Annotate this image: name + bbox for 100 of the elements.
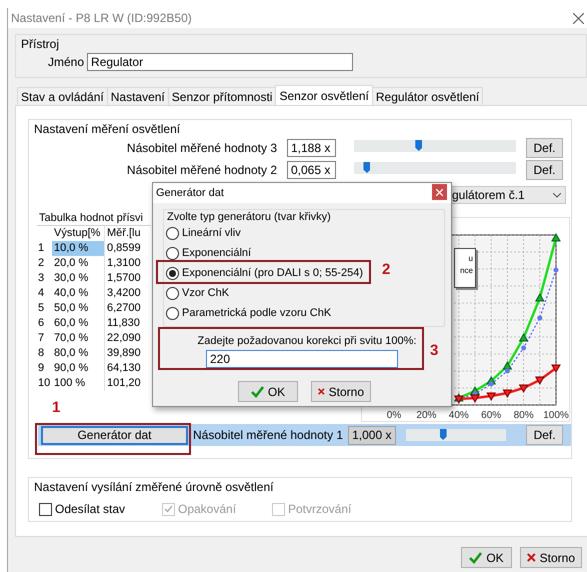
field-label: Násobitel měřené hodnoty 1 (193, 428, 344, 442)
table-cell[interactable]: 80,0 % (52, 346, 105, 361)
radio-label[interactable]: Lineární vliv (182, 227, 241, 239)
table-cell-text: 0,8599 (106, 241, 141, 256)
group-title: Nastavení vysílání změřené úrovně osvětlení (34, 480, 274, 494)
correction-field[interactable]: 220 (206, 350, 398, 368)
table-cell-text: 39,890 (106, 346, 141, 361)
slider[interactable] (354, 140, 516, 152)
table-cell-text: 101,20 (106, 376, 141, 391)
prompt-text: Zadejte požadovanou korekci při svitu 100%: (196, 335, 418, 347)
group-title: Nastavení měření osvětlení (34, 122, 180, 136)
multiplier-field[interactable]: 0,065 x (287, 161, 336, 179)
dot-marker (537, 316, 542, 320)
slider-thumb[interactable] (415, 140, 422, 151)
table-cell[interactable]: 90,0 % (52, 361, 105, 376)
generator-button[interactable]: Generátor dat (41, 426, 188, 444)
table-cell[interactable]: 40,0 % (52, 286, 105, 301)
cross-icon (318, 386, 325, 397)
radio-button[interactable] (166, 266, 179, 280)
checkbox[interactable] (39, 502, 52, 516)
row-number: 5 (37, 301, 46, 316)
close-icon[interactable] (573, 13, 584, 24)
table-cell-text: 64,130 (106, 361, 141, 376)
checkbox-label: Odesílat stav (55, 502, 126, 516)
row-number: 4 (37, 286, 46, 301)
triangle-marker (518, 384, 528, 393)
slider-thumb[interactable] (440, 429, 447, 440)
ok-button[interactable]: OK (461, 547, 512, 568)
table-cell[interactable]: 20,0 % (52, 256, 105, 271)
field-label: Násobitel měřené hodnoty 2 (126, 163, 277, 177)
radio-label[interactable]: Exponenciální (pro DALI s 0; 55-254) (182, 267, 363, 279)
default-button[interactable]: Def. (526, 425, 564, 445)
radio-button[interactable] (166, 246, 179, 260)
axis-tick-label: 100% (543, 410, 569, 421)
default-button[interactable]: Def. (526, 138, 563, 158)
table-cell[interactable]: 30,0 % (52, 271, 105, 286)
table-cell[interactable]: 100 % (52, 376, 105, 391)
multiplier-field[interactable]: 1,188 x (287, 139, 336, 157)
tab[interactable]: Senzor osvětlení (275, 85, 373, 105)
radio-label[interactable]: Exponenciální (182, 247, 252, 259)
table-cell[interactable]: 60,0 % (52, 316, 105, 331)
table-cell-text: 11,830 (106, 316, 140, 331)
table-cell[interactable]: 50,0 % (52, 301, 105, 316)
close-button[interactable] (432, 184, 447, 200)
radio-label[interactable]: Parametrická podle vzoru ChK (182, 307, 332, 319)
axis-tick-label: 60% (481, 410, 502, 421)
triangle-marker (502, 361, 512, 370)
table-cell-text: 1,3100 (106, 256, 141, 271)
tab[interactable]: Regulátor osvětlení (372, 87, 484, 105)
field-label: Jméno (48, 55, 84, 69)
close-icon (436, 188, 443, 196)
row-number: 8 (37, 346, 46, 361)
legend-label: nce (459, 265, 473, 277)
legend-label: u (468, 253, 473, 265)
dot-marker (488, 382, 494, 386)
triangle-marker (502, 390, 512, 398)
multiplier-field[interactable]: 1,000 x (348, 426, 396, 444)
step-number: 1 (52, 399, 60, 416)
row-number: 1 (37, 241, 46, 256)
table-title: Tabulka hodnot přísvi (39, 212, 143, 224)
name-field[interactable]: Regulator (87, 53, 354, 71)
table-cell[interactable]: 70,0 % (52, 331, 105, 346)
cancel-button[interactable]: Storno (520, 547, 582, 568)
radio-button[interactable] (166, 306, 179, 320)
check-icon (250, 386, 264, 398)
table-cell[interactable]: 10,0 % (52, 241, 105, 256)
triangle-marker (551, 364, 561, 373)
field-label: Násobitel měřené hodnoty 3 (126, 141, 277, 155)
row-number: 7 (37, 331, 46, 346)
triangle-marker (518, 333, 528, 342)
default-button[interactable]: Def. (526, 160, 563, 180)
ok-button[interactable]: OK (238, 381, 298, 402)
slider[interactable] (354, 162, 516, 174)
triangle-marker (534, 293, 545, 302)
table-cell-text: 1,5700 (106, 271, 141, 286)
window-title: Nastavení - P8 LR W (ID:992B50) (11, 11, 192, 25)
radio-button[interactable] (166, 286, 179, 300)
row-number: 3 (37, 271, 46, 286)
axis-tick-label: 20% (416, 410, 436, 421)
slider-thumb[interactable] (363, 162, 370, 173)
dot-marker (521, 346, 526, 350)
cancel-button[interactable]: Storno (311, 381, 371, 402)
triangle-marker (454, 396, 464, 404)
cross-icon (527, 552, 536, 563)
row-number: 9 (37, 361, 46, 376)
triangle-marker (551, 233, 561, 242)
tab[interactable]: Senzor přítomnosti (168, 87, 276, 105)
dot-marker (504, 368, 510, 374)
chevron-icon (553, 192, 561, 198)
radio-label[interactable]: Vzor ChK (182, 287, 230, 299)
triangle-marker (486, 392, 496, 401)
step-number: 2 (382, 261, 390, 278)
axis-tick-label: 80% (514, 410, 534, 421)
radio-button[interactable] (166, 226, 179, 240)
group-title: Přístroj (21, 37, 60, 51)
slider[interactable] (406, 429, 506, 441)
axis-tick-label: 40% (448, 410, 469, 421)
tab[interactable]: Stav a ovládání (17, 87, 108, 105)
checkbox-label: Opakování (178, 502, 236, 516)
dialog-title: Generátor dat (156, 187, 224, 199)
